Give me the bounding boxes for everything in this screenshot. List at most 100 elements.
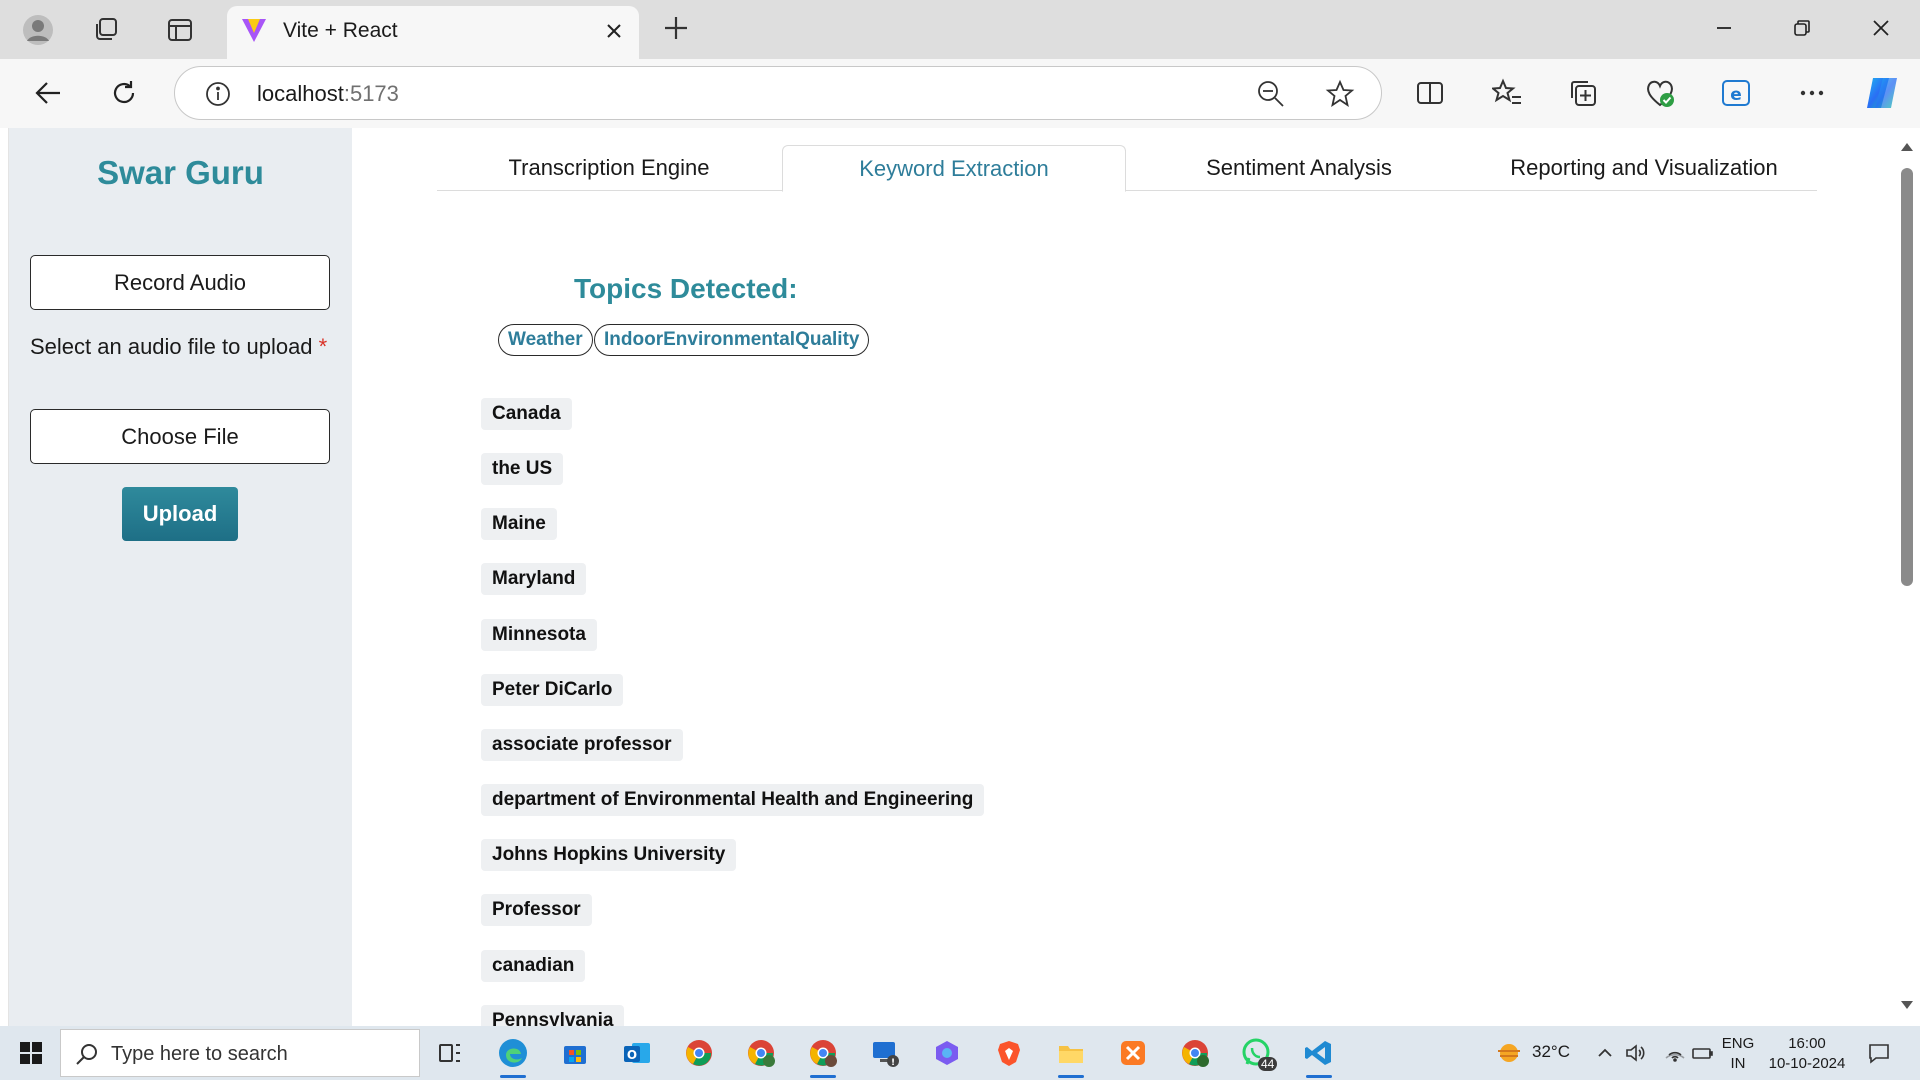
ie-mode-icon[interactable]: e xyxy=(1714,71,1758,115)
language-region: IN xyxy=(1730,1055,1746,1072)
profile-icon[interactable] xyxy=(18,10,58,50)
active-indicator xyxy=(810,1075,836,1078)
topic-chip-weather: Weather xyxy=(498,324,593,356)
topic-chip-indoor-environmental-quality: IndoorEnvironmentalQuality xyxy=(594,324,870,356)
copilot-app-icon[interactable] xyxy=(924,1031,970,1075)
record-audio-button[interactable]: Record Audio xyxy=(30,255,330,310)
tab-reporting-visualization[interactable]: Reporting and Visualization xyxy=(1472,145,1816,191)
tray-expand-chevron-icon[interactable] xyxy=(1590,1031,1620,1075)
keyword-chip: Canada xyxy=(481,398,572,430)
search-placeholder: Type here to search xyxy=(111,1043,288,1065)
edge-taskbar-icon[interactable] xyxy=(490,1031,536,1078)
volume-icon[interactable] xyxy=(1620,1031,1650,1075)
scroll-up-arrow-icon[interactable] xyxy=(1898,138,1916,156)
workspaces-icon[interactable] xyxy=(86,10,126,50)
choose-file-button[interactable]: Choose File xyxy=(30,409,330,464)
tab-sentiment-analysis[interactable]: Sentiment Analysis xyxy=(1127,145,1471,191)
close-window-icon[interactable] xyxy=(1853,6,1909,50)
language-code: ENG xyxy=(1721,1035,1755,1052)
chrome-profile-alt-icon[interactable] xyxy=(1172,1031,1218,1075)
tab-transcription-engine[interactable]: Transcription Engine xyxy=(437,145,781,191)
remote-desktop-icon[interactable]: ! xyxy=(862,1031,908,1075)
taskbar-search[interactable]: Type here to search xyxy=(60,1029,420,1077)
keyword-chip: Maine xyxy=(481,508,557,540)
search-icon xyxy=(75,1042,99,1071)
required-asterisk: * xyxy=(318,334,328,359)
url-port: :5173 xyxy=(343,81,399,106)
browser-toolbar: localhost:5173 e xyxy=(0,59,1920,128)
page-scrollbar[interactable] xyxy=(1892,128,1920,1026)
topics-heading: Topics Detected: xyxy=(574,273,798,304)
back-icon[interactable] xyxy=(26,71,70,115)
collections-icon[interactable] xyxy=(1561,71,1605,115)
clock-date: 10-10-2024 xyxy=(1768,1055,1846,1072)
main-content: Transcription Engine Keyword Extraction … xyxy=(352,128,1892,1026)
brand-title: Swar Guru xyxy=(97,154,264,191)
minimize-icon[interactable] xyxy=(1696,6,1752,50)
keyword-chip: Maryland xyxy=(481,563,587,595)
chrome-profile-icon[interactable] xyxy=(738,1031,784,1075)
feature-tabs: Transcription Engine Keyword Extraction … xyxy=(437,145,1817,192)
keyword-chip: Johns Hopkins University xyxy=(481,839,737,871)
favorites-icon[interactable] xyxy=(1485,71,1529,115)
browser-tab-strip: Vite + React xyxy=(0,0,1920,59)
battery-icon[interactable] xyxy=(1688,1031,1718,1075)
keyword-chip: the US xyxy=(481,453,564,485)
new-tab-icon[interactable] xyxy=(656,8,696,48)
outlook-icon[interactable]: O xyxy=(614,1031,660,1075)
tab-actions-icon[interactable] xyxy=(160,10,200,50)
favorite-star-icon[interactable] xyxy=(1325,79,1355,114)
whatsapp-badge: 44 xyxy=(1258,1057,1278,1071)
more-options-icon[interactable] xyxy=(1790,71,1834,115)
store-icon[interactable] xyxy=(552,1031,598,1075)
clock[interactable]: 16:00 10-10-2024 xyxy=(1766,1034,1848,1074)
close-tab-icon[interactable] xyxy=(597,14,631,48)
keyword-chip: Professor xyxy=(481,894,592,926)
keyword-chip: associate professor xyxy=(481,729,683,761)
xampp-icon[interactable] xyxy=(1110,1031,1156,1075)
clock-time: 16:00 xyxy=(1788,1035,1826,1052)
svg-text:e: e xyxy=(1730,85,1742,105)
tab-keyword-extraction[interactable]: Keyword Extraction xyxy=(782,145,1126,192)
refresh-icon[interactable] xyxy=(102,71,146,115)
keyword-chip: Minnesota xyxy=(481,619,597,651)
active-indicator xyxy=(1058,1075,1084,1078)
network-icon[interactable] xyxy=(1660,1031,1690,1075)
active-indicator xyxy=(500,1075,526,1078)
address-bar[interactable]: localhost:5173 xyxy=(174,66,1382,120)
upload-prompt-label: Select an audio file to upload * xyxy=(30,330,330,363)
copilot-icon[interactable] xyxy=(1860,71,1904,115)
chrome-profile-k-icon[interactable] xyxy=(800,1031,846,1078)
vite-favicon-icon xyxy=(239,15,269,45)
notifications-icon[interactable] xyxy=(1856,1031,1902,1075)
active-indicator xyxy=(1306,1075,1332,1078)
brave-icon[interactable] xyxy=(986,1031,1032,1075)
url-host: localhost xyxy=(257,81,344,106)
scroll-down-arrow-icon[interactable] xyxy=(1898,996,1916,1014)
file-explorer-icon[interactable] xyxy=(1048,1031,1094,1078)
tab-title: Vite + React xyxy=(283,19,398,42)
keyword-chip: Pennsylvania xyxy=(481,1005,625,1026)
language-indicator[interactable]: ENG IN xyxy=(1716,1034,1760,1074)
restore-icon[interactable] xyxy=(1774,6,1830,50)
svg-text:O: O xyxy=(627,1048,637,1062)
task-view-icon[interactable] xyxy=(427,1031,473,1075)
chrome-icon[interactable] xyxy=(676,1031,722,1075)
windows-start-icon[interactable] xyxy=(8,1031,54,1075)
vscode-icon[interactable] xyxy=(1296,1031,1342,1078)
zoom-out-icon[interactable] xyxy=(1257,80,1285,113)
url-text[interactable]: localhost:5173 xyxy=(257,81,399,107)
temperature-text: 32°C xyxy=(1532,1042,1570,1061)
browser-essentials-icon[interactable] xyxy=(1638,71,1682,115)
page-viewport: Swar Guru Record Audio Select an audio f… xyxy=(8,128,1920,1026)
keyword-chip: department of Environmental Health and E… xyxy=(481,784,985,816)
keyword-chip: Peter DiCarlo xyxy=(481,674,624,706)
scrollbar-thumb[interactable] xyxy=(1901,168,1913,586)
whatsapp-icon[interactable]: 44 xyxy=(1234,1031,1280,1075)
upload-button[interactable]: Upload xyxy=(122,487,238,541)
keyword-chip: canadian xyxy=(481,950,586,982)
browser-tab-active[interactable]: Vite + React xyxy=(227,6,639,59)
weather-icon[interactable] xyxy=(1486,1031,1532,1075)
site-info-icon[interactable] xyxy=(205,81,231,112)
split-screen-icon[interactable] xyxy=(1408,71,1452,115)
